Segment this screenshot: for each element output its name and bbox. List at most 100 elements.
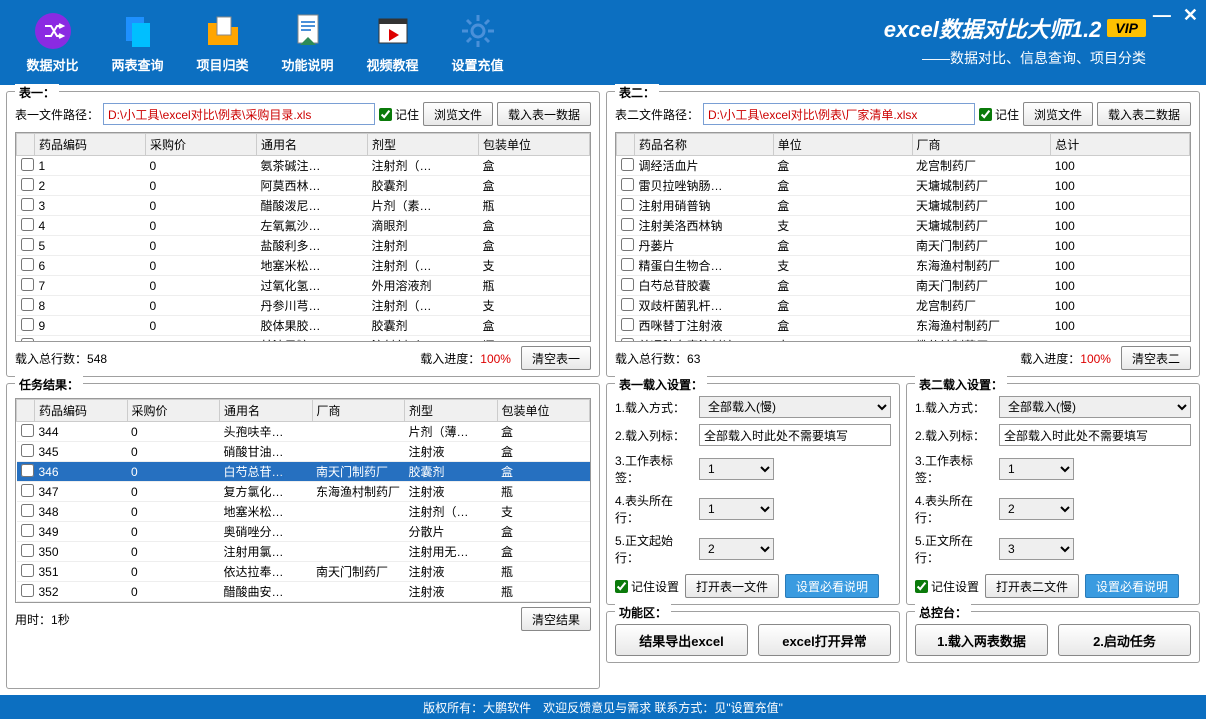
table1-path-input[interactable] [103, 103, 375, 125]
row-check[interactable] [621, 178, 634, 191]
row-check[interactable] [21, 298, 34, 311]
row-check[interactable] [21, 504, 34, 517]
table-row[interactable]: 80丹参川芎…注射剂（…支 [17, 296, 590, 316]
table-row[interactable]: 雷贝拉唑钠肠…盒天墉城制药厂100 [617, 176, 1190, 196]
row-check[interactable] [21, 278, 34, 291]
minimize-icon[interactable]: — [1153, 5, 1171, 26]
settings1-headerrow-select[interactable]: 1 [699, 498, 774, 520]
toolbar-item-0[interactable]: 数据对比 [10, 11, 95, 74]
table-row[interactable]: 3460白芍总苷…南天门制药厂胶囊剂盒 [17, 462, 590, 482]
table-row[interactable]: 30醋酸泼尼…片剂（素…瓶 [17, 196, 590, 216]
row-check[interactable] [621, 218, 634, 231]
settings2-col-input[interactable] [999, 424, 1191, 446]
table-row[interactable]: 70过氧化氢…外用溶液剂瓶 [17, 276, 590, 296]
table-row[interactable]: 精蛋白生物合…支东海渔村制药厂100 [617, 256, 1190, 276]
settings2-help-button[interactable]: 设置必看说明 [1085, 574, 1179, 598]
table1-remember-check[interactable] [379, 108, 392, 121]
result-grid[interactable]: 药品编码采购价通用名厂商剂型包装单位3440头孢呋辛…片剂（薄…盒3450硝酸甘… [15, 398, 591, 603]
table-row[interactable]: 丹蒌片盒南天门制药厂100 [617, 236, 1190, 256]
table1-clear-button[interactable]: 清空表一 [521, 346, 591, 370]
settings1-help-button[interactable]: 设置必看说明 [785, 574, 879, 598]
row-check[interactable] [621, 338, 634, 343]
row-check[interactable] [21, 178, 34, 191]
table-row[interactable]: 3520醋酸曲安…注射液瓶 [17, 582, 590, 602]
settings2-openfile-button[interactable]: 打开表二文件 [985, 574, 1079, 598]
row-check[interactable] [621, 298, 634, 311]
table-row[interactable]: 3530维生素注…注射液盒 [17, 602, 590, 604]
row-check[interactable] [621, 198, 634, 211]
table1-browse-button[interactable]: 浏览文件 [423, 102, 493, 126]
settings2-headerrow-select[interactable]: 2 [999, 498, 1074, 520]
table2-remember-check[interactable] [979, 108, 992, 121]
row-check[interactable] [21, 544, 34, 557]
table-row[interactable]: 3480地塞米松…注射剂（…支 [17, 502, 590, 522]
table-row[interactable]: 20阿莫西林…胶囊剂盒 [17, 176, 590, 196]
table1-grid[interactable]: 药品编码采购价通用名剂型包装单位10氨茶碱注…注射剂（…盒20阿莫西林…胶囊剂盒… [15, 132, 591, 342]
row-check[interactable] [21, 564, 34, 577]
table-row[interactable]: 白芍总苷胶囊盒南天门制药厂100 [617, 276, 1190, 296]
table2-grid[interactable]: 药品名称单位厂商总计调经活血片盒龙宫制药厂100雷贝拉唑钠肠…盒天墉城制药厂10… [615, 132, 1191, 342]
row-check[interactable] [21, 338, 34, 343]
row-check[interactable] [21, 524, 34, 537]
table-row[interactable]: 3500注射用氯…注射用无…盒 [17, 542, 590, 562]
row-check[interactable] [621, 238, 634, 251]
load-both-button[interactable]: 1.载入两表数据 [915, 624, 1048, 656]
table-row[interactable]: 10氨茶碱注…注射剂（…盒 [17, 156, 590, 176]
row-check[interactable] [21, 318, 34, 331]
row-check[interactable] [21, 484, 34, 497]
table2-load-button[interactable]: 载入表二数据 [1097, 102, 1191, 126]
table-row[interactable]: 3490奥硝唑分…分散片盒 [17, 522, 590, 542]
table-row[interactable]: 50盐酸利多…注射剂盒 [17, 236, 590, 256]
toolbar-item-4[interactable]: 视频教程 [350, 11, 435, 74]
table-row[interactable]: 60地塞米松…注射剂（…支 [17, 256, 590, 276]
table-row[interactable]: 注射用硝普钠盒天墉城制药厂100 [617, 196, 1190, 216]
settings1-sheet-select[interactable]: 1 [699, 458, 774, 480]
table1-load-button[interactable]: 载入表一数据 [497, 102, 591, 126]
settings2-sheet-select[interactable]: 1 [999, 458, 1074, 480]
settings2-remember-check[interactable] [915, 580, 928, 593]
table2-browse-button[interactable]: 浏览文件 [1023, 102, 1093, 126]
row-check[interactable] [21, 444, 34, 457]
table-row[interactable]: 双歧杆菌乳杆…盒龙宫制药厂100 [617, 296, 1190, 316]
table2-clear-button[interactable]: 清空表二 [1121, 346, 1191, 370]
close-icon[interactable]: ✕ [1183, 5, 1198, 26]
export-excel-button[interactable]: 结果导出excel [615, 624, 748, 656]
toolbar-item-5[interactable]: 设置充值 [435, 11, 520, 74]
row-check[interactable] [21, 198, 34, 211]
settings1-openfile-button[interactable]: 打开表一文件 [685, 574, 779, 598]
row-check[interactable] [621, 258, 634, 271]
open-error-button[interactable]: excel打开异常 [758, 624, 891, 656]
table-row[interactable]: 调经活血片盒龙宫制药厂100 [617, 156, 1190, 176]
row-check[interactable] [621, 278, 634, 291]
row-check[interactable] [21, 158, 34, 171]
row-check[interactable] [21, 218, 34, 231]
row-check[interactable] [21, 584, 34, 597]
settings1-mode-select[interactable]: 全部载入(慢) [699, 396, 891, 418]
toolbar-item-3[interactable]: 功能说明 [265, 11, 350, 74]
start-task-button[interactable]: 2.启动任务 [1058, 624, 1191, 656]
settings2-mode-select[interactable]: 全部载入(慢) [999, 396, 1191, 418]
table-row[interactable]: 普通胰岛素注射液支揽仙镇制药厂100 [617, 336, 1190, 343]
table-row[interactable]: 3440头孢呋辛…片剂（薄…盒 [17, 422, 590, 442]
table-row[interactable]: 3510依达拉奉…南天门制药厂注射液瓶 [17, 562, 590, 582]
table-row[interactable]: 3470复方氯化…东海渔村制药厂注射液瓶 [17, 482, 590, 502]
toolbar-item-2[interactable]: 项目归类 [180, 11, 265, 74]
row-check[interactable] [21, 464, 34, 477]
row-check[interactable] [621, 158, 634, 171]
settings1-remember-check[interactable] [615, 580, 628, 593]
settings2-startrow-select[interactable]: 3 [999, 538, 1074, 560]
row-check[interactable] [21, 238, 34, 251]
row-check[interactable] [21, 424, 34, 437]
table-row[interactable]: 3450硝酸甘油…注射液盒 [17, 442, 590, 462]
toolbar-item-1[interactable]: 两表查询 [95, 11, 180, 74]
table-row[interactable]: 注射美洛西林钠支天墉城制药厂100 [617, 216, 1190, 236]
table-row[interactable]: 西咪替丁注射液盒东海渔村制药厂100 [617, 316, 1190, 336]
row-check[interactable] [21, 258, 34, 271]
row-check[interactable] [621, 318, 634, 331]
settings1-col-input[interactable] [699, 424, 891, 446]
table2-path-input[interactable] [703, 103, 975, 125]
table-row[interactable]: 100甘油果糖…注射剂（…瓶 [17, 336, 590, 343]
settings1-startrow-select[interactable]: 2 [699, 538, 774, 560]
table-row[interactable]: 90胶体果胶…胶囊剂盒 [17, 316, 590, 336]
table-row[interactable]: 40左氧氟沙…滴眼剂盒 [17, 216, 590, 236]
